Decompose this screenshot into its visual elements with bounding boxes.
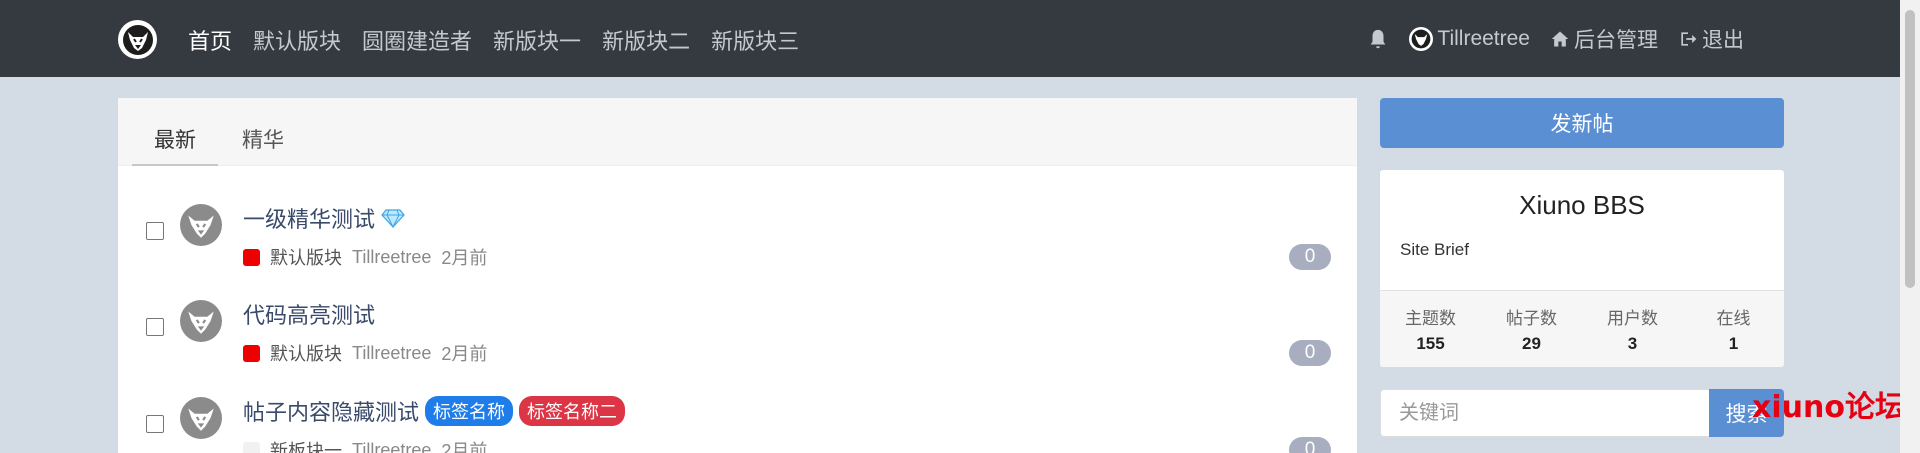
username: Tillreetree xyxy=(1437,27,1530,50)
nav-item-default-forum[interactable]: 默认版块 xyxy=(253,24,341,56)
thread-tag[interactable]: 标签名称二 xyxy=(519,396,626,426)
thread-title[interactable]: 帖子内容隐藏测试 标签名称 标签名称二 xyxy=(243,395,626,427)
thread-title-text: 一级精华测试 xyxy=(243,207,376,232)
notifications-button[interactable] xyxy=(1367,28,1389,50)
thread-time: 2月前 xyxy=(441,441,488,453)
stat-value: 155 xyxy=(1416,334,1445,353)
forum-color-icon xyxy=(243,344,260,362)
user-avatar xyxy=(1409,27,1434,51)
stat-value: 1 xyxy=(1728,334,1739,353)
stat-users: 用户数 3 xyxy=(1582,291,1683,367)
search-input[interactable]: 关键词 xyxy=(1380,389,1710,437)
thread-forum[interactable]: 新板块一 xyxy=(270,437,342,453)
scrollbar-thumb[interactable] xyxy=(1905,10,1915,288)
tab-latest[interactable]: 最新 xyxy=(154,124,196,154)
site-stats: 主题数 155 帖子数 29 用户数 3 在线 1 xyxy=(1380,290,1784,367)
stat-label: 在线 xyxy=(1716,309,1751,328)
sign-out-icon xyxy=(1681,32,1697,46)
bull-avatar-icon xyxy=(188,215,214,238)
thread-checkbox[interactable] xyxy=(146,318,164,336)
thread-title[interactable]: 一级精华测试 xyxy=(243,202,405,234)
nav-item-new-forum-2[interactable]: 新版块二 xyxy=(602,24,690,56)
thread-title-text: 帖子内容隐藏测试 xyxy=(243,400,420,425)
forum-color-icon xyxy=(243,248,260,266)
forum-color-icon xyxy=(243,441,260,453)
user-nav: Tillreetree 后台管理 退出 xyxy=(1367,24,1744,54)
watermark-text: xiuno论坛 xyxy=(1752,390,1905,425)
thread-time: 2月前 xyxy=(441,248,488,268)
thread-checkbox[interactable] xyxy=(146,415,164,433)
page-scrollbar[interactable] xyxy=(1900,0,1920,453)
site-info-card: Xiuno BBS Site Brief 主题数 155 帖子数 29 用户数 … xyxy=(1380,170,1784,367)
bull-avatar-icon xyxy=(188,408,214,431)
active-tab-indicator xyxy=(132,164,218,166)
bell-icon xyxy=(1371,29,1386,49)
user-profile-link[interactable]: Tillreetree xyxy=(1409,27,1530,51)
diamond-icon xyxy=(381,209,405,228)
logout-label: 退出 xyxy=(1702,29,1744,52)
thread-author[interactable]: Tillreetree xyxy=(352,247,431,268)
thread-checkbox[interactable] xyxy=(146,222,164,240)
stat-label: 主题数 xyxy=(1405,309,1456,328)
site-name: Xiuno BBS xyxy=(1519,190,1645,220)
tab-featured[interactable]: 精华 xyxy=(242,124,284,154)
nav-item-new-forum-3[interactable]: 新版块三 xyxy=(711,24,799,56)
thread-title-text: 代码高亮测试 xyxy=(243,303,376,328)
reply-count-badge: 0 xyxy=(1289,244,1331,270)
logout-link[interactable]: 退出 xyxy=(1678,24,1744,54)
thread-tabs: 最新 精华 xyxy=(118,98,1357,166)
bull-avatar-icon xyxy=(1412,29,1431,49)
stat-label: 用户数 xyxy=(1607,309,1658,328)
thread-forum[interactable]: 默认版块 xyxy=(270,244,342,270)
stat-value: 3 xyxy=(1627,334,1638,353)
nav-item-home[interactable]: 首页 xyxy=(188,24,232,56)
thread-author[interactable]: Tillreetree xyxy=(352,440,431,453)
thread-meta: 默认版块 Tillreetree 2月前 xyxy=(243,244,487,270)
thread-meta: 默认版块 Tillreetree 2月前 xyxy=(243,340,487,366)
stat-posts: 帖子数 29 xyxy=(1481,291,1582,367)
thread-time: 2月前 xyxy=(441,344,488,364)
reply-count-badge: 0 xyxy=(1289,437,1331,453)
thread-tag[interactable]: 标签名称 xyxy=(425,396,514,426)
thread-row[interactable]: 代码高亮测试 默认版块 Tillreetree 2月前 0 xyxy=(118,282,1357,378)
nav-item-circle-builder[interactable]: 圆圈建造者 xyxy=(362,24,472,56)
reply-count-badge: 0 xyxy=(1289,340,1331,366)
bull-logo-icon xyxy=(122,24,153,55)
stat-online: 在线 1 xyxy=(1683,291,1784,367)
nav-item-new-forum-1[interactable]: 新版块一 xyxy=(493,24,581,56)
thread-row[interactable]: 一级精华测试 默认版块 Tillreetree 2月前 0 xyxy=(118,186,1357,282)
stat-label: 帖子数 xyxy=(1506,309,1557,328)
bull-avatar-icon xyxy=(188,311,214,334)
admin-label: 后台管理 xyxy=(1574,29,1658,52)
new-post-button[interactable]: 发新帖 xyxy=(1380,98,1784,148)
thread-author-avatar[interactable] xyxy=(180,397,222,439)
thread-title[interactable]: 代码高亮测试 xyxy=(243,298,375,330)
site-logo[interactable] xyxy=(118,20,157,59)
top-navbar: 首页 默认版块 圆圈建造者 新版块一 新版块二 新版块三 Tillreetree xyxy=(0,0,1900,77)
site-brief: Site Brief xyxy=(1400,240,1469,259)
stat-value: 29 xyxy=(1522,334,1541,353)
thread-list-card: 最新 精华 一级精华测试 默认版块 Tillreetree 2月前 0 代码高亮… xyxy=(118,98,1357,453)
main-nav: 首页 默认版块 圆圈建造者 新版块一 新版块二 新版块三 xyxy=(188,24,799,56)
stat-threads: 主题数 155 xyxy=(1380,291,1481,367)
thread-author[interactable]: Tillreetree xyxy=(352,343,431,364)
thread-author-avatar[interactable] xyxy=(180,204,222,246)
thread-row[interactable]: 帖子内容隐藏测试 标签名称 标签名称二 新板块一 Tillreetree 2月前… xyxy=(118,379,1357,453)
admin-link[interactable]: 后台管理 xyxy=(1550,24,1658,54)
thread-forum[interactable]: 默认版块 xyxy=(270,340,342,366)
thread-author-avatar[interactable] xyxy=(180,300,222,342)
thread-meta: 新板块一 Tillreetree 2月前 xyxy=(243,437,487,453)
home-icon xyxy=(1551,31,1569,47)
